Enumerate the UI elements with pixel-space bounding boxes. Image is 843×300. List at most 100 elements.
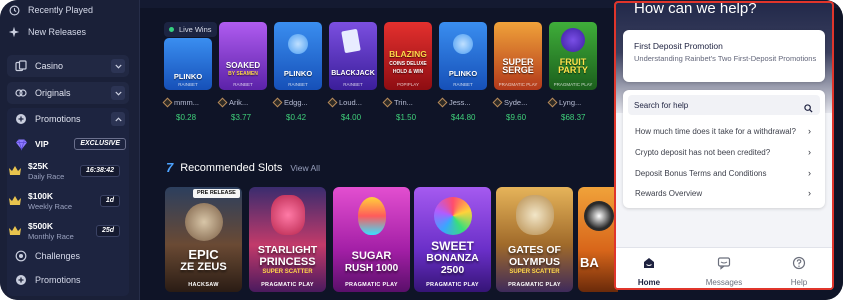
win-card-plinko[interactable]: PLINKO RAINBET bbox=[439, 22, 487, 90]
race-title: $25K bbox=[28, 161, 49, 171]
slot-card-sugar-rush[interactable]: SUGAR RUSH 1000 PRAGMATIC PLAY bbox=[333, 187, 410, 292]
sidebar-group-promotions[interactable]: Promotions bbox=[7, 108, 129, 130]
vip-item[interactable]: VIP EXCLUSIVE bbox=[15, 136, 127, 154]
nav-home[interactable]: Home bbox=[619, 256, 679, 287]
game-title: PLINKO bbox=[448, 69, 478, 78]
win-card-fruit-party[interactable]: FRUIT PARTY PRAGMATIC PLAY bbox=[549, 22, 597, 90]
win-amount: $1.50 bbox=[396, 113, 417, 122]
win-card-super-serge[interactable]: SUPER SERGE PRAGMATIC PLAY bbox=[494, 22, 542, 90]
slot-card-sweet-bonanza[interactable]: SWEET BONANZA 2500 PRAGMATIC PLAY bbox=[414, 187, 491, 292]
first-deposit-card[interactable]: First Deposit Promotion Understanding Ra… bbox=[623, 30, 825, 82]
faq-item[interactable]: Rewards Overview › bbox=[635, 188, 811, 198]
game-title: SOAKED bbox=[225, 61, 261, 70]
search-icon[interactable] bbox=[804, 100, 813, 118]
nav-label: Help bbox=[790, 278, 808, 287]
zeus-figure-icon bbox=[185, 203, 223, 241]
game-provider: RAINBET bbox=[453, 82, 473, 87]
game-provider: PRAGMATIC PLAY bbox=[498, 82, 538, 87]
search-input[interactable]: Search for help bbox=[628, 95, 820, 115]
sidebar-group-casino[interactable]: Casino bbox=[7, 55, 129, 77]
faq-label: Crypto deposit has not been credited? bbox=[635, 147, 771, 157]
target-icon bbox=[15, 250, 27, 262]
win-entry: Lyng... $68.37 bbox=[547, 96, 605, 122]
rank-diamond-icon bbox=[272, 97, 283, 107]
view-all-link[interactable]: View All bbox=[290, 163, 320, 173]
sidebar-item-new-releases[interactable]: New Releases bbox=[8, 22, 86, 42]
faq-item[interactable]: Crypto deposit has not been credited? › bbox=[635, 147, 811, 157]
chevron-right-icon: › bbox=[808, 188, 811, 198]
sidebar-item-promotions[interactable]: Promotions bbox=[15, 270, 81, 290]
plinko-ball-icon bbox=[288, 34, 308, 54]
race-subtitle: Monthly Race bbox=[28, 232, 74, 241]
win-amount: $0.28 bbox=[176, 113, 197, 122]
chevron-right-icon: › bbox=[808, 168, 811, 178]
home-icon bbox=[642, 257, 656, 274]
rank-diamond-icon bbox=[547, 97, 558, 107]
win-entry: Edgg... $0.42 bbox=[272, 96, 330, 122]
chevron-down-icon[interactable] bbox=[111, 59, 125, 73]
help-widget: How can we help? First Deposit Promotion… bbox=[614, 1, 834, 290]
slot-card-epic-ze-zeus[interactable]: PRE RELEASE EPIC ZE ZEUS HACKSAW bbox=[165, 187, 242, 292]
rank-diamond-icon bbox=[382, 97, 393, 107]
slot-subtitle: SUPER SCATTER bbox=[509, 269, 560, 275]
faq-item[interactable]: Deposit Bonus Terms and Conditions › bbox=[635, 168, 811, 178]
slot-card-gates-of-olympus[interactable]: GATES OF OLYMPUS SUPER SCATTER PRAGMATIC… bbox=[496, 187, 573, 292]
game-provider: RAINBET bbox=[288, 82, 308, 87]
nav-messages[interactable]: Messages bbox=[694, 256, 754, 287]
win-amount: $3.77 bbox=[231, 113, 252, 122]
slot-title-line2: RUSH 1000 bbox=[344, 263, 399, 274]
sidebar-group-originals[interactable]: Originals bbox=[7, 82, 129, 104]
race-weekly[interactable]: $100K Weekly Race 1d bbox=[8, 189, 120, 215]
slot-title-line1: STARLIGHT bbox=[257, 244, 318, 256]
slot-provider: PRAGMATIC PLAY bbox=[508, 282, 561, 288]
win-amount: $9.60 bbox=[506, 113, 527, 122]
gift-icon bbox=[15, 113, 27, 125]
race-daily[interactable]: $25K Daily Race 16:38:42 bbox=[8, 159, 120, 185]
win-card-plinko[interactable]: PLINKO RAINBET bbox=[164, 38, 212, 90]
rank-diamond-icon bbox=[162, 97, 173, 107]
slot-card-partial[interactable]: BA bbox=[578, 187, 618, 292]
game-provider: PRAGMATIC PLAY bbox=[553, 82, 593, 87]
vip-label: VIP bbox=[35, 139, 49, 149]
sidebar-item-recently-played[interactable]: Recently Played bbox=[8, 0, 93, 20]
originals-icon bbox=[15, 87, 27, 99]
crown-icon bbox=[8, 224, 22, 236]
win-username: Jess... bbox=[449, 97, 471, 107]
win-entry: Jess... $44.80 bbox=[437, 96, 495, 122]
win-amount: $68.37 bbox=[561, 113, 586, 122]
slot-title-line3: 2500 bbox=[440, 264, 465, 276]
live-wins-badge: Live Wins bbox=[164, 22, 217, 37]
live-wins-label: Live Wins bbox=[179, 25, 212, 34]
win-card-blackjack[interactable]: BLACKJACK RAINBET bbox=[329, 22, 377, 90]
faq-label: Deposit Bonus Terms and Conditions bbox=[635, 168, 767, 178]
faq-item[interactable]: How much time does it take for a withdra… bbox=[635, 126, 811, 136]
sidebar-item-challenges[interactable]: Challenges bbox=[15, 246, 80, 266]
win-username: Edgg... bbox=[284, 97, 308, 107]
first-deposit-desc: Understanding Rainbet's Two First-Deposi… bbox=[634, 54, 817, 63]
sidebar-item-label: Promotions bbox=[35, 275, 81, 285]
win-username: Loud... bbox=[339, 97, 362, 107]
nav-label: Messages bbox=[705, 278, 743, 287]
race-monthly[interactable]: $500K Monthly Race 25d bbox=[8, 219, 120, 245]
win-card-plinko[interactable]: PLINKO RAINBET bbox=[274, 22, 322, 90]
vip-exclusive-badge: EXCLUSIVE bbox=[74, 138, 126, 150]
chevron-up-icon[interactable] bbox=[111, 112, 125, 126]
messages-icon bbox=[717, 257, 731, 274]
slot-card-starlight-princess[interactable]: STARLIGHT PRINCESS SUPER SCATTER PRAGMAT… bbox=[249, 187, 326, 292]
slot-title-line2: OLYMPUS bbox=[509, 256, 560, 268]
win-card-blazing[interactable]: BLAZING COINS DELUXE HOLD & WIN POPIPLAY bbox=[384, 22, 432, 90]
crown-icon bbox=[8, 194, 22, 206]
slot-provider: PRAGMATIC PLAY bbox=[261, 282, 314, 288]
win-amount: $4.00 bbox=[341, 113, 362, 122]
live-dot-icon bbox=[169, 27, 174, 32]
chevron-down-icon[interactable] bbox=[111, 86, 125, 100]
game-title: PLINKO bbox=[173, 72, 203, 81]
slot-title-line2: BONANZA bbox=[426, 252, 479, 264]
game-title: PLINKO bbox=[283, 69, 313, 78]
nav-help[interactable]: Help bbox=[769, 256, 829, 287]
game-title: BLAZING bbox=[389, 49, 427, 59]
clock-icon bbox=[8, 4, 20, 16]
game-title: SUPER SERGE bbox=[502, 57, 534, 75]
win-card-soaked[interactable]: SOAKED BY SEAMEN RAINBET bbox=[219, 22, 267, 90]
section-title: Recommended Slots bbox=[180, 161, 283, 174]
